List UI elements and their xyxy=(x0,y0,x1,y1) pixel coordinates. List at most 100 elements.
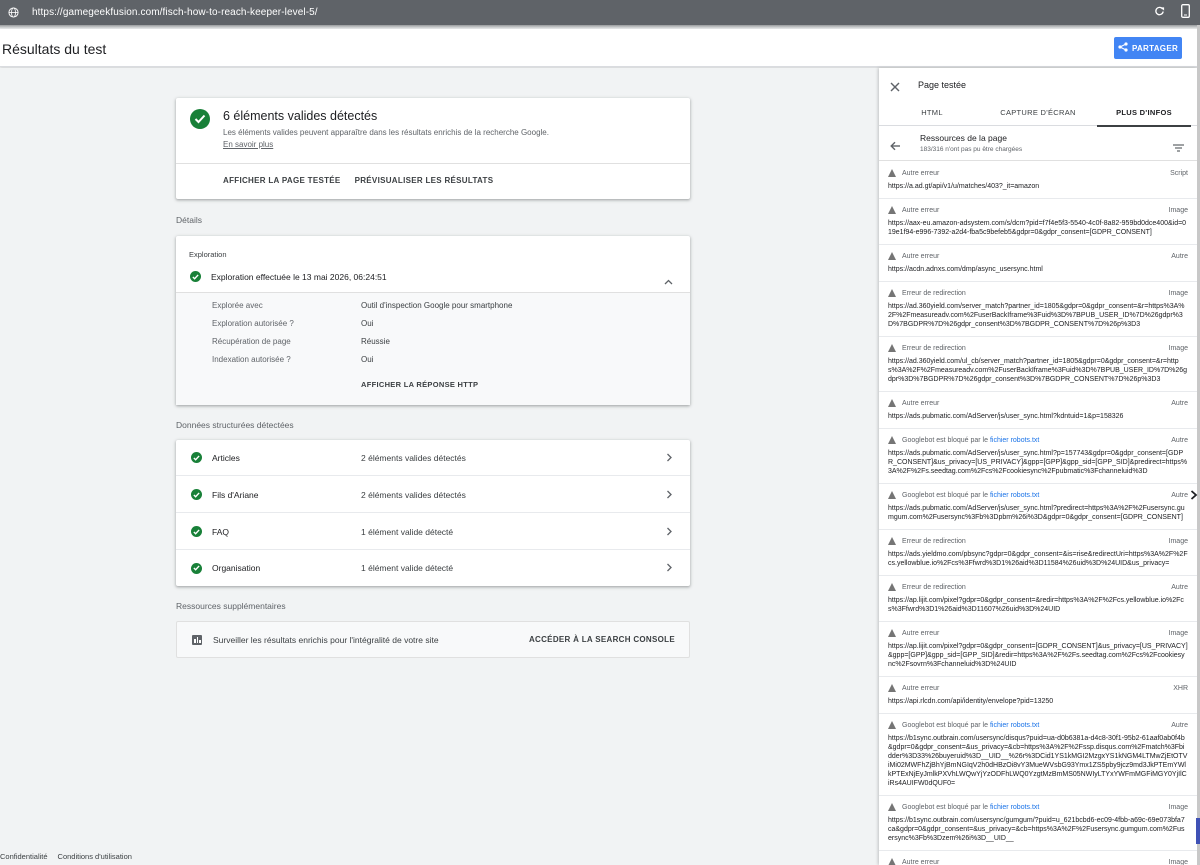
structured-item-organisation[interactable]: Organisation 1 élément valide détecté xyxy=(176,550,690,586)
crawl-subsection-label: Exploration xyxy=(189,250,227,259)
resource-row[interactable]: Googlebot est bloqué par le fichier robo… xyxy=(879,484,1197,530)
resource-row[interactable]: Erreur de redirection Image https://ad.360… xyxy=(879,282,1197,337)
robots-txt-link[interactable]: fichier robots.txt xyxy=(990,492,1039,499)
resource-status: Autre erreur xyxy=(902,253,1171,260)
learn-more-link[interactable]: En savoir plus xyxy=(223,140,273,149)
warning-icon xyxy=(888,537,896,545)
resource-status-text: Erreur de redirection xyxy=(902,537,966,545)
structured-item-articles[interactable]: Articles 2 éléments valides détectés xyxy=(176,440,690,476)
resource-status: Googlebot est bloqué par le fichier robo… xyxy=(902,492,1171,499)
resource-row[interactable]: Autre erreur XHR https://api.rlcdn.com/api… xyxy=(879,677,1197,714)
tab-screenshot[interactable]: CAPTURE D'ÉCRAN xyxy=(985,102,1091,126)
resource-row[interactable]: Googlebot est bloqué par le fichier robo… xyxy=(879,796,1197,851)
details-section-label: Détails xyxy=(176,215,202,225)
structured-item-faq[interactable]: FAQ 1 élément valide détecté xyxy=(176,514,690,550)
share-button[interactable]: PARTAGER xyxy=(1114,37,1182,59)
summary-description: Les éléments valides peuvent apparaître … xyxy=(223,127,553,151)
refresh-icon[interactable] xyxy=(1154,6,1165,20)
detail-value: Outil d'inspection Google pour smartphon… xyxy=(361,301,513,310)
resource-status-text: Autre erreur xyxy=(902,206,940,214)
resource-row[interactable]: Googlebot est bloqué par le fichier robo… xyxy=(879,714,1197,796)
resources-title: Ressources de la page xyxy=(920,133,1007,143)
resource-type: XHR xyxy=(1173,684,1188,692)
browser-url-bar: https://gamegeekfusion.com/fisch-how-to-… xyxy=(0,0,1200,29)
resource-url: https://ap.lijit.com/pixel?gdpr=0&gdpr_c… xyxy=(888,643,1188,668)
privacy-link[interactable]: Confidentialité xyxy=(0,852,48,861)
structured-data-card: Articles 2 éléments valides détectés Fil… xyxy=(176,440,690,586)
preview-results-button[interactable]: PRÉVISUALISER LES RÉSULTATS xyxy=(355,176,494,185)
check-circle-icon xyxy=(191,526,202,537)
phone-icon[interactable] xyxy=(1181,4,1190,21)
share-icon xyxy=(1118,42,1128,54)
filter-icon[interactable] xyxy=(1173,139,1184,157)
tab-html[interactable]: HTML xyxy=(879,102,985,126)
structured-item-name: FAQ xyxy=(212,526,230,537)
resource-status: Autre erreur xyxy=(902,859,1169,865)
view-http-response-button[interactable]: AFFICHER LA RÉPONSE HTTP xyxy=(361,380,478,389)
resource-url: https://aax-eu.amazon-adsystem.com/s/dcm… xyxy=(888,220,1187,236)
resource-row[interactable]: Autre erreur Image https://ap.lijit.com/pi… xyxy=(879,622,1197,677)
check-circle-icon xyxy=(191,452,202,463)
resource-url: https://ad.360yield.com/ul_cb/server_mat… xyxy=(888,358,1188,383)
resource-url: https://ads.pubmatic.com/AdServer/js/use… xyxy=(888,505,1185,521)
resource-row[interactable]: Autre erreur Autre https://acdn.adnxs.com/… xyxy=(879,245,1197,282)
resource-status-text: Googlebot est bloqué par le xyxy=(902,491,990,499)
resource-status-text: Erreur de redirection xyxy=(902,289,966,297)
address-text[interactable]: https://gamegeekfusion.com/fisch-how-to-… xyxy=(32,7,318,18)
panel-title: Page testée xyxy=(918,80,967,90)
detail-key: Récupération de page xyxy=(212,337,291,346)
resource-url: https://a.ad.gt/api/v1/u/matches/403?_it… xyxy=(888,183,1040,190)
warning-icon xyxy=(888,491,896,499)
resource-row[interactable]: Erreur de redirection Autre https://ap.lij… xyxy=(879,576,1197,622)
summary-heading: 6 éléments valides détectés xyxy=(223,109,378,123)
arrow-back-icon[interactable] xyxy=(890,138,901,156)
robots-txt-link[interactable]: fichier robots.txt xyxy=(990,437,1039,444)
structured-item-value: 1 élément valide détecté xyxy=(361,526,454,537)
summary-description-text: Les éléments valides peuvent apparaître … xyxy=(223,128,549,137)
crawl-status-row[interactable]: Exploration effectuée le 13 mai 2026, 06… xyxy=(190,271,387,282)
view-tested-page-button[interactable]: AFFICHER LA PAGE TESTÉE xyxy=(223,176,341,185)
warning-icon xyxy=(888,399,896,407)
resource-status: Autre erreur xyxy=(902,630,1169,637)
resource-status-text: Googlebot est bloqué par le xyxy=(902,721,990,729)
resource-row[interactable]: Erreur de redirection Image https://ad.360… xyxy=(879,337,1197,392)
terms-link[interactable]: Conditions d'utilisation xyxy=(58,852,132,861)
resources-subtitle: 183/316 n'ont pas pu être chargées xyxy=(920,146,1023,153)
share-label: PARTAGER xyxy=(1131,43,1179,53)
resource-row[interactable]: Autre erreur Autre https://ads.pubmatic.co… xyxy=(879,392,1197,429)
robots-txt-link[interactable]: fichier robots.txt xyxy=(990,722,1039,729)
tab-more-info[interactable]: PLUS D'INFOS xyxy=(1091,102,1197,127)
app-header: Résultats du test PARTAGER xyxy=(0,29,1200,67)
check-circle-icon xyxy=(191,489,202,500)
tested-page-panel: Page testée HTML CAPTURE D'ÉCRAN PLUS D'… xyxy=(879,68,1197,865)
resource-type: Autre xyxy=(1171,583,1188,591)
resource-type: Script xyxy=(1170,169,1188,177)
detail-key: Explorée avec xyxy=(212,301,263,310)
search-console-button[interactable]: ACCÉDER À LA SEARCH CONSOLE xyxy=(529,635,675,644)
warning-icon xyxy=(888,436,896,444)
close-icon[interactable] xyxy=(890,79,900,97)
resource-type: Autre xyxy=(1171,252,1188,260)
resource-status-text: Autre erreur xyxy=(902,684,940,692)
chevron-up-icon[interactable] xyxy=(664,272,673,290)
warning-icon xyxy=(888,289,896,297)
resource-status-text: Googlebot est bloqué par le xyxy=(902,803,990,811)
structured-item-value: 2 éléments valides détectés xyxy=(361,452,466,463)
warning-icon xyxy=(888,858,896,865)
chevron-right-icon[interactable] xyxy=(1190,487,1198,505)
resource-list: Autre erreur Script https://a.ad.gt/api/v1… xyxy=(879,162,1197,865)
resource-row[interactable]: Autre erreur Image xyxy=(879,851,1197,865)
resource-row[interactable]: Googlebot est bloqué par le fichier robo… xyxy=(879,429,1197,484)
structured-item-breadcrumbs[interactable]: Fils d'Ariane 2 éléments valides détecté… xyxy=(176,477,690,513)
resource-status: Googlebot est bloqué par le fichier robo… xyxy=(902,804,1169,811)
resource-row[interactable]: Erreur de redirection Image https://ads.yi… xyxy=(879,530,1197,576)
resource-url: https://b1sync.outbrain.com/usersync/dis… xyxy=(888,735,1188,787)
chevron-right-icon xyxy=(666,563,672,574)
resource-type: Image xyxy=(1168,344,1188,352)
robots-txt-link[interactable]: fichier robots.txt xyxy=(990,804,1039,811)
warning-icon xyxy=(888,803,896,811)
footer: Confidentialité Conditions d'utilisation xyxy=(0,852,132,861)
monitor-text: Surveiller les résultats enrichis pour l… xyxy=(213,635,439,645)
resource-row[interactable]: Autre erreur Script https://a.ad.gt/api/v1… xyxy=(879,162,1197,199)
resource-row[interactable]: Autre erreur Image https://aax-eu.amazon-a… xyxy=(879,199,1197,245)
